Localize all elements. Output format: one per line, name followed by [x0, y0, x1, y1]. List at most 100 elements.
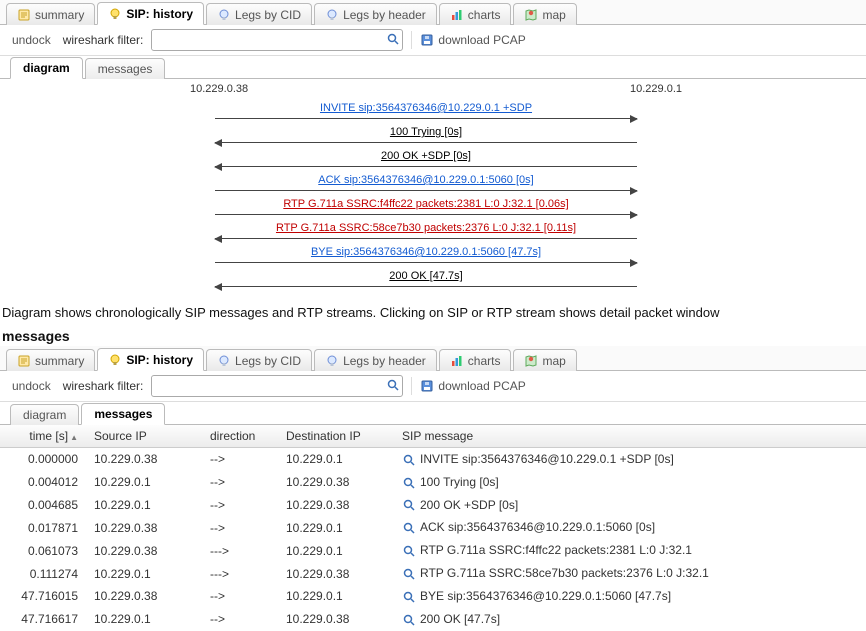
subtab-diagram[interactable]: diagram: [10, 404, 79, 425]
magnify-icon[interactable]: [402, 476, 416, 490]
seq-message[interactable]: 200 OK [47.7s]: [0, 269, 866, 291]
magnify-icon[interactable]: [402, 567, 416, 581]
tab-label: Legs by CID: [235, 354, 301, 368]
seq-message-label: ACK sip:3564376346@10.229.0.1:5060 [0s]: [215, 174, 637, 186]
toolbar-2: undock wireshark filter: download PCAP: [0, 371, 866, 402]
tab-label: SIP: history: [126, 7, 193, 21]
cell-source-ip: 10.229.0.1: [86, 494, 202, 517]
tab-label: Legs by header: [343, 354, 426, 368]
tab-charts[interactable]: charts: [439, 3, 512, 25]
cell-sip-message: 100 Trying [0s]: [394, 471, 866, 494]
separator: [411, 377, 412, 395]
cell-sip-message: RTP G.711a SSRC:58ce7b30 packets:2376 L:…: [394, 562, 866, 585]
wireshark-filter-field[interactable]: [151, 375, 403, 397]
cell-time: 0.004685: [0, 494, 86, 517]
tab-label: Legs by header: [343, 8, 426, 22]
download-label: download PCAP: [438, 379, 525, 393]
subtabs-1: diagram messages: [0, 56, 866, 79]
tab-label: charts: [468, 354, 501, 368]
subtab-messages[interactable]: messages: [81, 403, 165, 425]
search-icon[interactable]: [384, 378, 402, 395]
wireshark-filter-label: wireshark filter:: [63, 379, 144, 393]
wireshark-filter-input[interactable]: [152, 377, 384, 395]
col-time[interactable]: time [s]▲: [0, 425, 86, 448]
col-dest-ip[interactable]: Destination IP: [278, 425, 394, 448]
tab-sip-history[interactable]: SIP: history: [97, 348, 204, 371]
search-icon[interactable]: [384, 32, 402, 49]
tab-legs-cid[interactable]: Legs by CID: [206, 3, 312, 25]
tab-label: map: [542, 8, 565, 22]
tab-map[interactable]: map: [513, 3, 576, 25]
col-source-ip[interactable]: Source IP: [86, 425, 202, 448]
wireshark-filter-input[interactable]: [152, 31, 384, 49]
map-icon: [524, 354, 538, 368]
wireshark-filter-field[interactable]: [151, 29, 403, 51]
bulb-off-icon: [325, 8, 339, 22]
magnify-icon[interactable]: [402, 498, 416, 512]
table-row[interactable]: 0.00401210.229.0.1-->10.229.0.38100 Tryi…: [0, 471, 866, 494]
tab-legs-header[interactable]: Legs by header: [314, 3, 437, 25]
undock-button[interactable]: undock: [8, 32, 55, 48]
subtab-messages[interactable]: messages: [85, 58, 166, 79]
table-row[interactable]: 47.71661710.229.0.1-->10.229.0.38200 OK …: [0, 608, 866, 631]
cell-dest-ip: 10.229.0.1: [278, 448, 394, 471]
seq-message-label: 200 OK +SDP [0s]: [215, 150, 637, 162]
tab-legs-header[interactable]: Legs by header: [314, 349, 437, 371]
col-direction[interactable]: direction: [202, 425, 278, 448]
seq-message[interactable]: ACK sip:3564376346@10.229.0.1:5060 [0s]: [0, 173, 866, 195]
table-row[interactable]: 0.11127410.229.0.1--->10.229.0.38RTP G.7…: [0, 562, 866, 585]
tab-label: summary: [35, 354, 84, 368]
seq-message-label: INVITE sip:3564376346@10.229.0.1 +SDP: [215, 102, 637, 114]
seq-message[interactable]: 200 OK +SDP [0s]: [0, 149, 866, 171]
toolbar: undock wireshark filter: download PCAP: [0, 25, 866, 56]
cell-sip-message: ACK sip:3564376346@10.229.0.1:5060 [0s]: [394, 516, 866, 539]
magnify-icon[interactable]: [402, 453, 416, 467]
cell-source-ip: 10.229.0.38: [86, 539, 202, 562]
tab-sip-history[interactable]: SIP: history: [97, 2, 204, 25]
arrow-left-icon: [215, 238, 637, 239]
tab-label: charts: [468, 8, 501, 22]
seq-message-label: 200 OK [47.7s]: [215, 270, 637, 282]
table-row[interactable]: 47.71601510.229.0.38-->10.229.0.1BYE sip…: [0, 585, 866, 608]
top-tabstrip: summary SIP: history Legs by CID Legs by…: [0, 0, 866, 25]
arrow-left-icon: [215, 166, 637, 167]
table-row[interactable]: 0.06107310.229.0.38--->10.229.0.1RTP G.7…: [0, 539, 866, 562]
tab-legs-cid[interactable]: Legs by CID: [206, 349, 312, 371]
subtab-diagram[interactable]: diagram: [10, 57, 83, 79]
magnify-icon[interactable]: [402, 590, 416, 604]
magnify-icon[interactable]: [402, 613, 416, 627]
undock-button[interactable]: undock: [8, 378, 55, 394]
magnify-icon[interactable]: [402, 544, 416, 558]
seq-message-label: BYE sip:3564376346@10.229.0.1:5060 [47.7…: [215, 246, 637, 258]
cell-source-ip: 10.229.0.1: [86, 471, 202, 494]
cell-sip-message: INVITE sip:3564376346@10.229.0.1 +SDP [0…: [394, 448, 866, 471]
download-label: download PCAP: [438, 33, 525, 47]
arrow-right-icon: [215, 262, 637, 263]
table-row[interactable]: 0.00000010.229.0.38-->10.229.0.1INVITE s…: [0, 448, 866, 471]
table-row[interactable]: 0.01787110.229.0.38-->10.229.0.1ACK sip:…: [0, 516, 866, 539]
cell-direction: -->: [202, 494, 278, 517]
cell-direction: --->: [202, 562, 278, 585]
table-row[interactable]: 0.00468510.229.0.1-->10.229.0.38200 OK +…: [0, 494, 866, 517]
download-pcap-button[interactable]: download PCAP: [420, 33, 525, 47]
cell-sip-message: 200 OK [47.7s]: [394, 608, 866, 631]
seq-message[interactable]: INVITE sip:3564376346@10.229.0.1 +SDP: [0, 101, 866, 123]
tab-map[interactable]: map: [513, 349, 576, 371]
cell-time: 0.004012: [0, 471, 86, 494]
tab-charts[interactable]: charts: [439, 349, 512, 371]
col-sip-message[interactable]: SIP message: [394, 425, 866, 448]
tab-summary[interactable]: summary: [6, 349, 95, 371]
tab-summary[interactable]: summary: [6, 3, 95, 25]
download-pcap-button[interactable]: download PCAP: [420, 379, 525, 393]
seq-message[interactable]: RTP G.711a SSRC:58ce7b30 packets:2376 L:…: [0, 221, 866, 243]
seq-message[interactable]: RTP G.711a SSRC:f4ffc22 packets:2381 L:0…: [0, 197, 866, 219]
seq-message[interactable]: BYE sip:3564376346@10.229.0.1:5060 [47.7…: [0, 245, 866, 267]
cell-sip-message: BYE sip:3564376346@10.229.0.1:5060 [47.7…: [394, 585, 866, 608]
cell-direction: --->: [202, 539, 278, 562]
cell-source-ip: 10.229.0.1: [86, 608, 202, 631]
seq-message[interactable]: 100 Trying [0s]: [0, 125, 866, 147]
bulb-off-icon: [217, 8, 231, 22]
wireshark-filter-label: wireshark filter:: [63, 33, 144, 47]
cell-dest-ip: 10.229.0.1: [278, 539, 394, 562]
magnify-icon[interactable]: [402, 521, 416, 535]
